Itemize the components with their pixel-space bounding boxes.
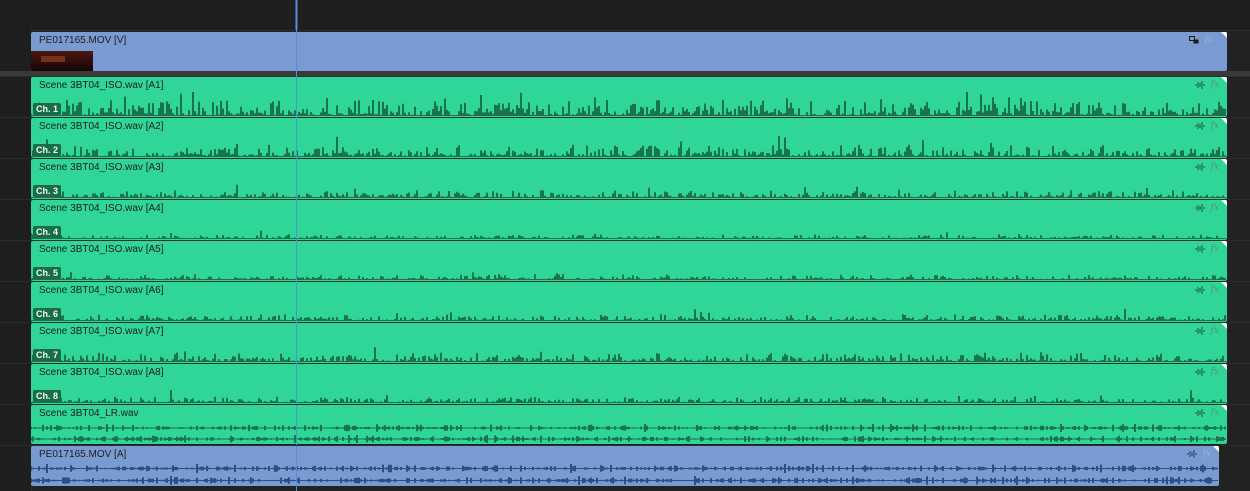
mov-audio-clip-name: PE017165.MOV [A]	[39, 449, 127, 460]
fx-badge[interactable]: fx	[1211, 326, 1219, 336]
channel-badge: Ch. 3	[33, 185, 62, 197]
clip-corner-marker	[1221, 159, 1227, 165]
audio-clip-a7[interactable]: Scene 3BT04_ISO.wav [A7] Ch. 7 fx	[31, 323, 1227, 363]
channel-badge: Ch. 4	[33, 226, 62, 238]
audio-waveform-icon	[1195, 368, 1205, 376]
clip-link-icon	[1188, 36, 1199, 44]
video-clip[interactable]: PE017165.MOV [V] fx	[31, 32, 1227, 71]
clip-corner-marker	[1221, 364, 1227, 370]
audio-waveform-icon	[1195, 409, 1205, 417]
audio-clip-a5[interactable]: Scene 3BT04_ISO.wav [A5] Ch. 5 fx	[31, 241, 1227, 281]
track-separator	[0, 445, 1250, 446]
audio-clip-name: Scene 3BT04_ISO.wav [A5]	[39, 244, 164, 255]
lr-audio-clip[interactable]: Scene 3BT04_LR.wav fx	[31, 405, 1227, 444]
audio-waveform-icon	[1195, 81, 1205, 89]
audio-waveform	[31, 230, 1226, 239]
audio-clip-name: Scene 3BT04_ISO.wav [A4]	[39, 203, 164, 214]
fx-badge[interactable]: fx	[1211, 162, 1219, 172]
channel-badge: Ch. 6	[33, 308, 62, 320]
audio-clip-a8[interactable]: Scene 3BT04_ISO.wav [A8] Ch. 8 fx	[31, 364, 1227, 404]
mov-audio-clip[interactable]: PE017165.MOV [A] fx	[31, 446, 1219, 486]
audio-waveform	[31, 136, 1226, 157]
track-separator	[0, 404, 1250, 405]
audio-clip-name: Scene 3BT04_ISO.wav [A3]	[39, 162, 164, 173]
audio-clip-a1[interactable]: Scene 3BT04_ISO.wav [A1] Ch. 1 fx	[31, 77, 1227, 117]
audio-waveform-icon	[1187, 450, 1197, 458]
clip-corner-marker	[1221, 118, 1227, 124]
waveform-path	[31, 424, 1226, 432]
waveform-path	[31, 464, 1218, 473]
mov-waveform-bottom	[31, 476, 1218, 485]
waveform-path	[31, 184, 1226, 198]
clip-corner-marker	[1221, 405, 1227, 411]
audio-waveform	[31, 347, 1226, 362]
waveform-path	[31, 309, 1226, 321]
clip-corner-marker	[1221, 77, 1227, 83]
audio-clip-name: Scene 3BT04_ISO.wav [A8]	[39, 367, 164, 378]
lr-waveform-bottom	[31, 435, 1226, 443]
channel-badge: Ch. 8	[33, 390, 62, 402]
audio-clip-a4[interactable]: Scene 3BT04_ISO.wav [A4] Ch. 4 fx	[31, 200, 1227, 240]
channel-badge: Ch. 7	[33, 349, 62, 361]
fx-badge[interactable]: fx	[1203, 449, 1211, 459]
clip-corner-marker	[1221, 282, 1227, 288]
audio-clip-a2[interactable]: Scene 3BT04_ISO.wav [A2] Ch. 2 fx	[31, 118, 1227, 158]
fx-badge[interactable]: fx	[1211, 244, 1219, 254]
clip-corner-marker	[1221, 32, 1227, 38]
audio-waveform-icon	[1195, 245, 1205, 253]
video-clip-name: PE017165.MOV [V]	[39, 35, 127, 46]
audio-clip-name: Scene 3BT04_ISO.wav [A1]	[39, 80, 164, 91]
audio-waveform	[31, 309, 1226, 321]
audio-waveform-icon	[1195, 286, 1205, 294]
fx-badge[interactable]: fx	[1211, 408, 1219, 418]
waveform-path	[31, 92, 1226, 116]
waveform-path	[31, 230, 1226, 239]
lr-waveform-top	[31, 424, 1226, 432]
fx-badge[interactable]: fx	[1211, 121, 1219, 131]
audio-waveform-icon	[1195, 163, 1205, 171]
waveform-path	[31, 435, 1226, 443]
clip-corner-marker	[1213, 446, 1219, 452]
video-thumbnail	[31, 51, 93, 71]
channel-badge: Ch. 5	[33, 267, 62, 279]
audio-clip-a6[interactable]: Scene 3BT04_ISO.wav [A6] Ch. 6 fx	[31, 282, 1227, 322]
audio-waveform-icon	[1195, 327, 1205, 335]
clip-corner-marker	[1221, 323, 1227, 329]
lr-clip-name: Scene 3BT04_LR.wav	[39, 408, 139, 419]
clip-corner-marker	[1221, 241, 1227, 247]
audio-clip-name: Scene 3BT04_ISO.wav [A2]	[39, 121, 164, 132]
time-ruler[interactable]	[31, 0, 1250, 31]
audio-waveform	[31, 272, 1226, 280]
playhead[interactable]	[295, 0, 298, 491]
waveform-path	[31, 272, 1226, 280]
audio-clip-name: Scene 3BT04_ISO.wav [A7]	[39, 326, 164, 337]
waveform-path	[31, 136, 1226, 157]
mov-waveform-top	[31, 464, 1218, 473]
waveform-path	[31, 347, 1226, 362]
waveform-path	[31, 390, 1226, 403]
waveform-path	[31, 476, 1218, 485]
audio-clip-a3[interactable]: Scene 3BT04_ISO.wav [A3] Ch. 3 fx	[31, 159, 1227, 199]
audio-waveform	[31, 390, 1226, 403]
audio-waveform	[31, 184, 1226, 198]
audio-waveform	[31, 92, 1226, 116]
audio-waveform-icon	[1195, 204, 1205, 212]
audio-waveform-icon	[1195, 122, 1205, 130]
fx-badge[interactable]: fx	[1205, 35, 1213, 45]
fx-badge[interactable]: fx	[1211, 367, 1219, 377]
fx-badge[interactable]: fx	[1211, 80, 1219, 90]
channel-badge: Ch. 1	[33, 103, 62, 115]
fx-badge[interactable]: fx	[1211, 203, 1219, 213]
audio-clip-name: Scene 3BT04_ISO.wav [A6]	[39, 285, 164, 296]
fx-badge[interactable]: fx	[1211, 285, 1219, 295]
channel-badge: Ch. 2	[33, 144, 62, 156]
clip-corner-marker	[1221, 200, 1227, 206]
